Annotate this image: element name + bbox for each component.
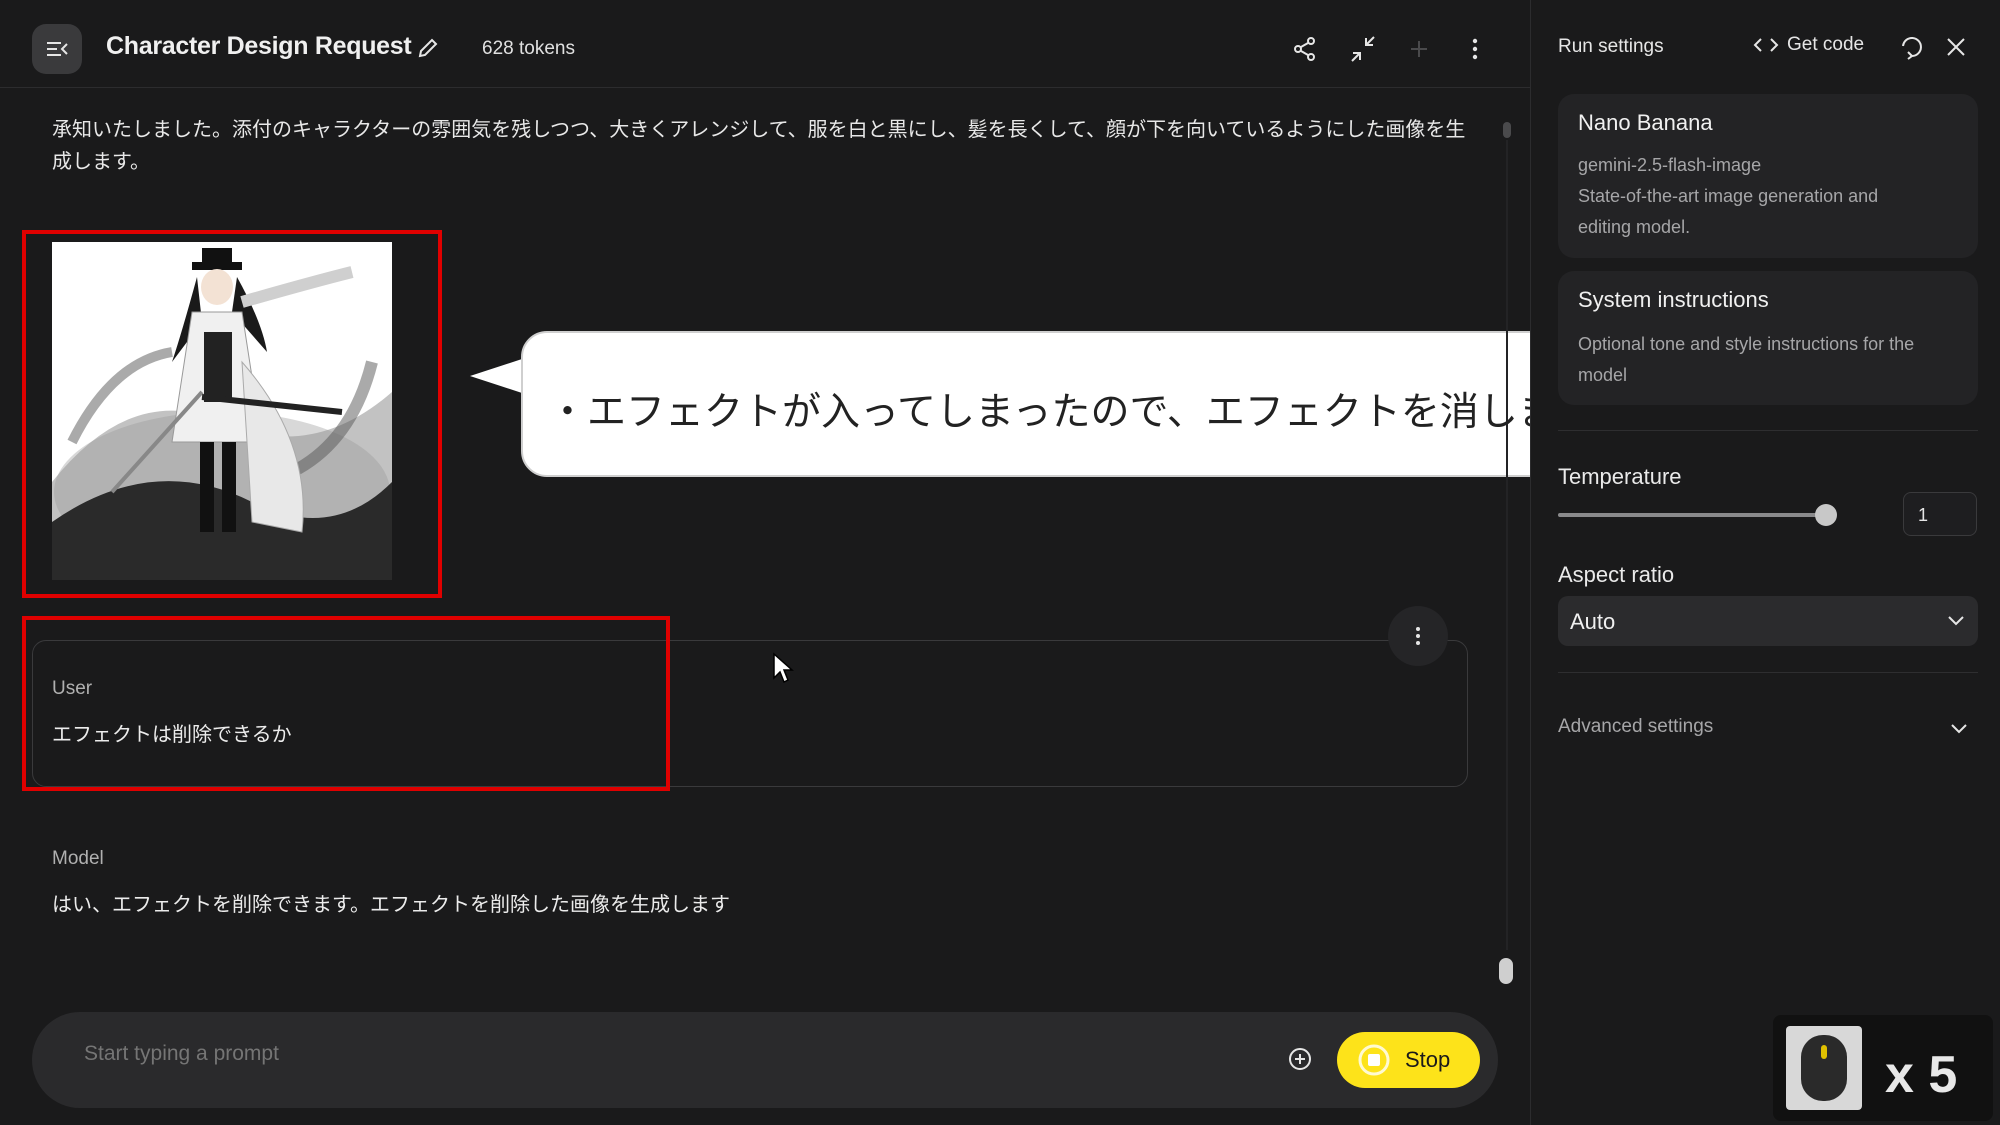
menu-toggle-button[interactable]	[32, 24, 82, 74]
chevron-down-icon[interactable]	[1949, 722, 1969, 736]
stop-label: Stop	[1405, 1047, 1451, 1072]
reset-icon	[1902, 37, 1922, 60]
new-chat-button[interactable]	[1404, 34, 1434, 64]
more-options-button[interactable]	[1460, 34, 1490, 64]
chevron-down-icon	[1948, 616, 1964, 626]
model-selector-card[interactable]: Nano Banana gemini-2.5-flash-image State…	[1558, 94, 1978, 258]
temperature-slider-track[interactable]	[1558, 513, 1830, 517]
top-bar: Character Design Request 628 tokens	[0, 0, 1530, 88]
system-instructions-card[interactable]: System instructions Optional tone and st…	[1558, 271, 1978, 405]
image-highlight-frame	[22, 230, 442, 598]
get-code-button[interactable]: Get code	[1753, 34, 1864, 56]
temperature-label: Temperature	[1558, 464, 1682, 489]
compare-button[interactable]	[1348, 34, 1378, 64]
model-name: Nano Banana	[1578, 110, 1713, 135]
user-highlight-frame	[22, 616, 670, 791]
edit-title-button[interactable]	[416, 36, 440, 64]
close-panel-button[interactable]	[1945, 36, 1967, 62]
mouse-cursor	[772, 652, 794, 688]
reset-settings-button[interactable]	[1899, 34, 1925, 64]
page-title: Character Design Request	[106, 32, 412, 60]
share-button[interactable]	[1290, 34, 1320, 64]
pencil-icon	[418, 38, 438, 58]
model-description-line1: State-of-the-art image generation and	[1578, 186, 1879, 206]
close-icon	[1947, 38, 1965, 56]
model-role-label: Model	[52, 848, 104, 869]
prompt-input[interactable]	[84, 1042, 1184, 1066]
system-instructions-title: System instructions	[1578, 287, 1769, 312]
model-message-text: はい、エフェクトを削除できます。エフェクトを削除した画像を生成します	[52, 892, 730, 916]
aspect-ratio-value: Auto	[1570, 609, 1616, 634]
compress-arrows-icon	[1351, 36, 1375, 62]
token-count: 628 tokens	[482, 38, 575, 59]
message-options-button[interactable]	[1388, 606, 1448, 666]
click-count: x 5	[1885, 1046, 1958, 1104]
model-id: gemini-2.5-flash-image	[1578, 155, 1762, 175]
mouse-click-overlay: x 5	[1773, 1015, 1993, 1121]
plus-circle-icon	[1289, 1048, 1311, 1070]
scrollbar-thumb[interactable]	[1499, 958, 1513, 984]
scrollbar-track[interactable]	[1506, 140, 1508, 950]
code-brackets-icon	[1753, 38, 1779, 52]
advanced-settings-toggle[interactable]: Advanced settings	[1558, 716, 1713, 738]
divider	[1558, 672, 1978, 673]
callout-tail	[470, 358, 525, 394]
vertical-dots-icon	[1416, 627, 1420, 645]
run-settings-panel: Run settings Get code Nano Banana gemini…	[1530, 0, 2000, 1125]
mouse-icon	[1786, 1026, 1862, 1110]
temperature-slider-knob[interactable]	[1815, 504, 1837, 526]
vertical-dots-icon	[1472, 38, 1478, 60]
model-description-line2: editing model.	[1578, 217, 1691, 237]
plus-icon	[1411, 41, 1427, 57]
temperature-input[interactable]: 1	[1903, 492, 1977, 536]
main-panel: Character Design Request 628 tokens 承知いた…	[0, 0, 1596, 1125]
callout-text: ・エフェクトが入ってしまったので、エフェクトを消します	[548, 390, 1596, 435]
add-media-button[interactable]	[1287, 1046, 1313, 1076]
aspect-ratio-label: Aspect ratio	[1558, 562, 1675, 587]
model-reply-text: 承知いたしました。添付のキャラクターの雰囲気を残しつつ、大きくアレンジして、服を…	[52, 117, 1466, 173]
share-icon	[1294, 37, 1315, 61]
menu-collapse-icon	[47, 42, 68, 56]
divider	[1558, 430, 1978, 431]
aspect-ratio-select[interactable]: Auto	[1558, 596, 1978, 646]
run-settings-title: Run settings	[1558, 36, 1664, 57]
system-instructions-line2: model	[1578, 365, 1628, 385]
stop-button[interactable]: Stop	[1337, 1032, 1480, 1088]
pointer-cursor-icon	[773, 652, 794, 684]
stop-spinner-icon	[1358, 1044, 1390, 1076]
get-code-label: Get code	[1787, 34, 1865, 55]
system-instructions-line1: Optional tone and style instructions for…	[1578, 334, 1915, 354]
scrollbar-top-marker[interactable]	[1503, 122, 1511, 138]
